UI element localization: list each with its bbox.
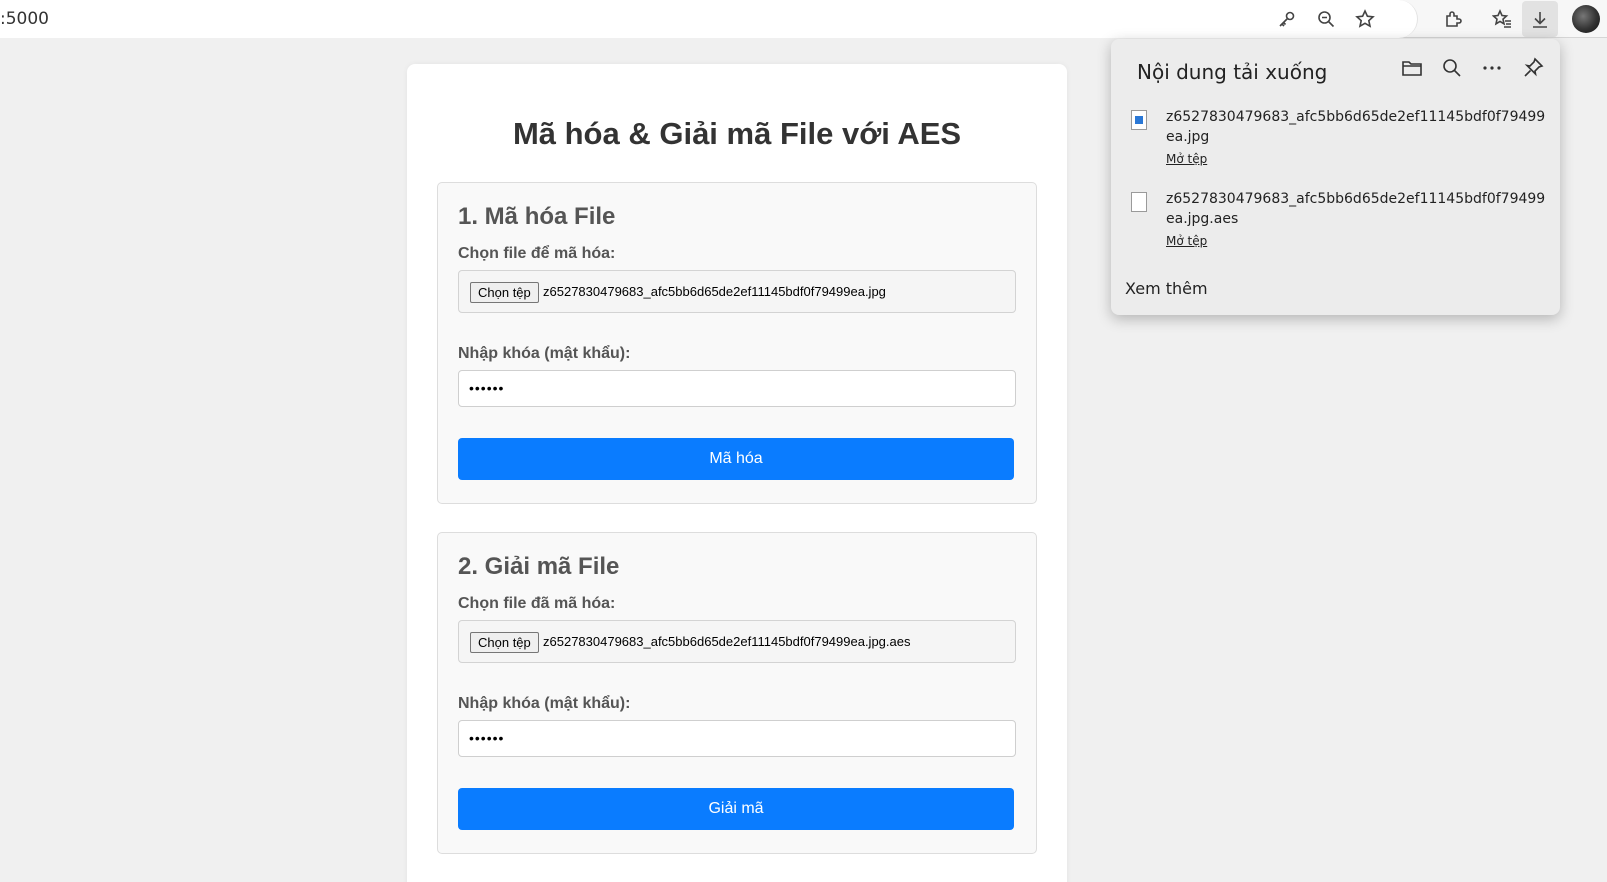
main-card: Mã hóa & Giải mã File với AES 1. Mã hóa … xyxy=(407,64,1067,882)
encrypt-key-label: Nhập khóa (mật khẩu): xyxy=(458,345,631,362)
encrypt-file-label: Chọn file để mã hóa: xyxy=(458,245,616,262)
image-file-icon xyxy=(1131,110,1147,130)
downloads-panel: Nội dung tải xuống z6527830479683_afc5bb… xyxy=(1111,39,1560,315)
downloads-title: Nội dung tải xuống xyxy=(1137,60,1328,84)
encrypt-file-input[interactable]: Chọn tệp z6527830479683_afc5bb6d65de2ef1… xyxy=(458,270,1016,313)
see-more-link[interactable]: Xem thêm xyxy=(1125,279,1208,298)
encrypt-section: 1. Mã hóa File Chọn file để mã hóa: Chọn… xyxy=(437,182,1037,504)
decrypt-file-name: z6527830479683_afc5bb6d65de2ef11145bdf0f… xyxy=(543,634,911,649)
decrypt-file-input[interactable]: Chọn tệp z6527830479683_afc5bb6d65de2ef1… xyxy=(458,620,1016,663)
decrypt-key-label: Nhập khóa (mật khẩu): xyxy=(458,695,631,712)
favorites-icon[interactable] xyxy=(1489,6,1515,32)
encrypt-button[interactable]: Mã hóa xyxy=(458,438,1014,480)
download-file-name[interactable]: z6527830479683_afc5bb6d65de2ef11145bdf0f… xyxy=(1166,107,1546,147)
encrypt-choose-file-button[interactable]: Chọn tệp xyxy=(470,282,539,303)
decrypt-heading: 2. Giải mã File xyxy=(458,553,620,580)
open-file-link[interactable]: Mở tệp xyxy=(1166,234,1207,248)
address-bar[interactable]: :5000 xyxy=(0,0,1418,38)
decrypt-key-input[interactable]: •••••• xyxy=(458,720,1016,757)
profile-avatar[interactable] xyxy=(1572,5,1600,33)
open-file-link[interactable]: Mở tệp xyxy=(1166,152,1207,166)
encrypt-heading: 1. Mã hóa File xyxy=(458,203,616,230)
extensions-icon[interactable] xyxy=(1440,6,1466,32)
decrypt-file-label: Chọn file đã mã hóa: xyxy=(458,595,616,612)
download-icon[interactable] xyxy=(1522,1,1558,37)
browser-toolbar: :5000 xyxy=(0,0,1607,38)
more-options-icon[interactable] xyxy=(1481,57,1503,84)
folder-icon[interactable] xyxy=(1401,57,1423,84)
encrypt-file-name: z6527830479683_afc5bb6d65de2ef11145bdf0f… xyxy=(543,284,886,299)
encrypt-key-input[interactable]: •••••• xyxy=(458,370,1016,407)
pin-icon[interactable] xyxy=(1522,57,1544,84)
key-icon[interactable] xyxy=(1274,6,1300,32)
decrypt-choose-file-button[interactable]: Chọn tệp xyxy=(470,632,539,653)
file-icon xyxy=(1131,192,1147,212)
url-text[interactable]: :5000 xyxy=(0,9,49,29)
decrypt-button[interactable]: Giải mã xyxy=(458,788,1014,830)
search-icon[interactable] xyxy=(1441,57,1463,84)
decrypt-section: 2. Giải mã File Chọn file đã mã hóa: Chọ… xyxy=(437,532,1037,854)
download-file-name[interactable]: z6527830479683_afc5bb6d65de2ef11145bdf0f… xyxy=(1166,189,1546,229)
favorite-star-icon[interactable] xyxy=(1352,6,1378,32)
page-title: Mã hóa & Giải mã File với AES xyxy=(512,116,962,151)
zoom-out-icon[interactable] xyxy=(1313,6,1339,32)
